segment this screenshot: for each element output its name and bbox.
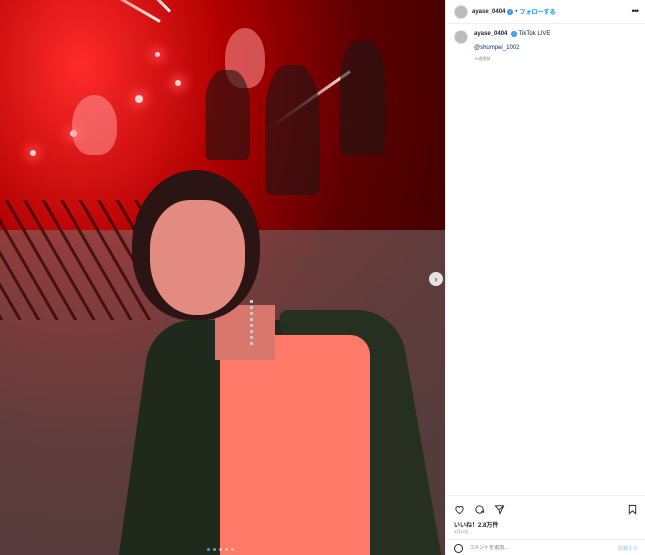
action-bar: いいね！2.8万件 4月19日 投稿する [446,495,645,555]
caption: ayase_0404 ✓ TikTok LIVE @shumpei_1002 7… [454,30,639,63]
stage-light [30,150,36,156]
caption-text: TikTok LIVE [518,31,551,37]
heart-icon[interactable] [454,504,465,515]
comment-input[interactable] [469,545,599,551]
stage-light [135,95,143,103]
background-figure [205,70,250,160]
carousel-dot [219,548,222,551]
post-header: ayase_0404 ✓ • フォローする ••• [446,0,645,24]
caption-mention[interactable]: @shumpei_1002 [474,44,550,53]
action-icons [454,504,505,515]
share-icon[interactable] [494,504,505,515]
post-comment-button[interactable]: 投稿する [618,545,638,552]
carousel-dot [213,548,216,551]
header-separator: • [515,8,518,15]
more-icon[interactable]: ••• [632,6,640,16]
shirt [220,335,370,555]
verified-icon: ✓ [511,31,518,37]
stage-light [155,52,160,57]
post-photo[interactable]: › [0,0,445,555]
follow-button[interactable]: フォローする [519,7,555,16]
next-photo-button[interactable]: › [429,272,443,286]
avatar[interactable] [454,30,468,44]
caption-body: ayase_0404 ✓ TikTok LIVE @shumpei_1002 7… [474,30,550,63]
necklace [250,300,262,345]
face [150,200,245,315]
light-beam [55,0,161,23]
caption-time: 76週間前 [474,56,491,61]
post-sidebar: ayase_0404 ✓ • フォローする ••• ayase_0404 ✓ T… [445,0,645,555]
header-username[interactable]: ayase_0404 [472,9,505,15]
comment-box: 投稿する [446,539,645,555]
comment-icon[interactable] [474,504,485,515]
carousel-indicator [207,548,234,551]
stage-light [175,80,181,86]
stage-prop [72,95,117,155]
verified-icon: ✓ [507,8,514,15]
selfie-person [118,170,445,555]
background-figure [340,40,385,155]
avatar[interactable] [454,4,468,19]
carousel-dot [225,548,228,551]
carousel-dot [207,548,210,551]
instagram-post: › ayase_0404 ✓ • フォローする ••• ayase_0404 ✓… [0,0,645,555]
emoji-icon[interactable] [454,543,463,553]
likes-count[interactable]: いいね！2.8万件 [454,520,498,529]
bookmark-icon[interactable] [627,504,638,515]
post-date: 4月19日 [454,529,469,534]
caption-username[interactable]: ayase_0404 [474,31,507,37]
carousel-dot [231,548,234,551]
